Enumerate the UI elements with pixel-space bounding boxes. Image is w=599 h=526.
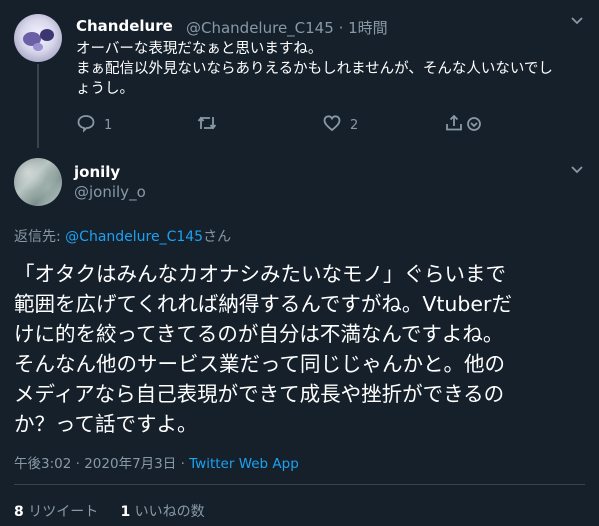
chandelure-avatar[interactable] [14,14,62,62]
avatar-art [40,29,54,41]
chevron-down-icon[interactable] [570,13,584,31]
timestamp-separator: · [180,456,185,472]
main-display-name[interactable]: jonily [74,163,120,181]
retweet-button[interactable] [196,113,218,137]
retweets-stat[interactable]: 8 リツイート [14,504,98,520]
parent-tweet-text: オーバーな表現だなぁと思いますね。 まぁ配信以外見ないならありえるかもしれません… [76,41,553,97]
reply-button[interactable]: 1 [76,113,112,137]
tweet-timestamp: 午後3:02 · 2020年7月3日 · Twitter Web App [14,452,299,472]
reply-to-suffix: さん [203,229,232,245]
parent-time[interactable]: 1時間 [348,19,388,37]
parent-meta: @Chandelure_C145 · 1時間 [186,17,388,38]
main-handle[interactable]: @jonily_o [74,183,146,201]
likes-stat[interactable]: 1 いいねの数 [120,504,204,520]
tweet-source[interactable]: Twitter Web App [189,456,299,472]
retweet-total: 8 [14,504,24,520]
like-button[interactable]: 2 [322,113,358,137]
share-button[interactable] [444,113,484,137]
tweet-date[interactable]: 2020年7月3日 [84,456,176,472]
jonily-avatar[interactable] [14,158,62,206]
parent-handle[interactable]: @Chandelure_C145 [186,19,334,37]
like-count: 2 [350,117,359,133]
timestamp-separator: · [75,456,80,472]
tweet-time[interactable]: 午後3:02 [14,456,71,472]
divider [14,484,585,485]
share-icon [444,113,484,137]
reply-count: 1 [104,117,113,133]
retweet-label: リツイート [28,504,99,520]
parent-display-name[interactable]: Chandelure [76,17,173,35]
reply-icon [76,113,96,137]
meta-separator: · [338,19,344,37]
like-label: いいねの数 [134,504,205,520]
reply-to-handle[interactable]: @Chandelure_C145 [65,229,203,245]
tweet-stats: 8 リツイート 1 いいねの数 [14,501,205,521]
chevron-down-icon[interactable] [570,162,584,180]
thread-line [37,64,39,148]
reply-to-prefix: 返信先: [14,229,66,245]
main-tweet-text: 「オタクはみんなカオナシみたいなモノ」ぐらいまで 範囲を広げてくれれば納得するん… [14,262,512,436]
like-total: 1 [120,504,131,520]
avatar-art [33,43,43,51]
retweet-icon [196,113,218,137]
like-icon [322,113,342,137]
reply-to-line: 返信先: @Chandelure_C145さん [14,226,231,246]
